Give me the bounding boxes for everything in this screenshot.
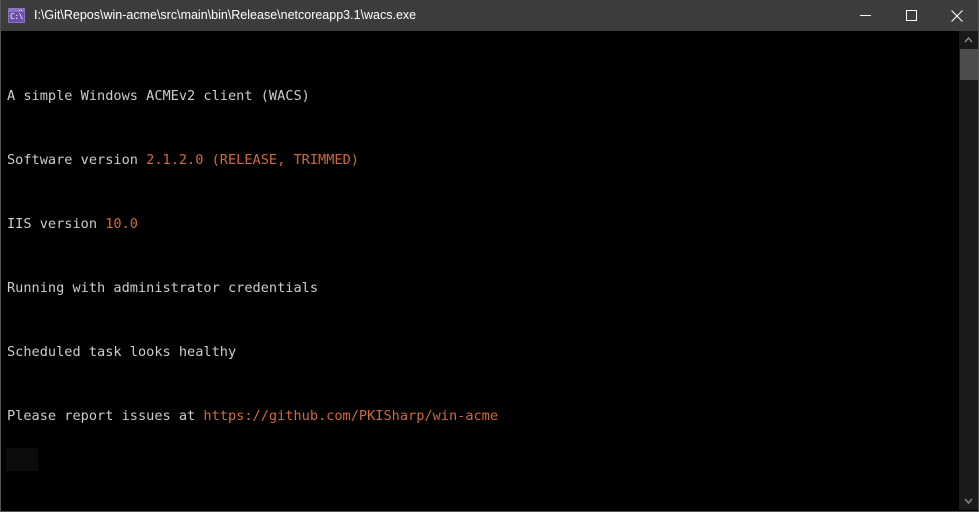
console-app-icon: C:\ [8, 8, 25, 23]
maximize-button[interactable] [888, 0, 934, 31]
window-titlebar[interactable]: C:\ I:\Git\Repos\win-acme\src\main\bin\R… [1, 0, 978, 31]
console-line-report: Please report issues at https://github.c… [7, 408, 498, 424]
console-line-intro: A simple Windows ACMEv2 client (WACS) [7, 88, 498, 104]
iis-label: IIS version [7, 216, 106, 232]
task-text: Scheduled task looks healthy [7, 344, 237, 360]
console-line-iis: IIS version 10.0 [7, 216, 498, 232]
console-line-version: Software version 2.1.2.0 (RELEASE, TRIMM… [7, 152, 498, 168]
github-url: https://github.com/PKISharp/win-acme [203, 408, 499, 424]
minimize-button[interactable] [842, 0, 888, 31]
console-line-admin: Running with administrator credentials [7, 280, 498, 296]
window-title: I:\Git\Repos\win-acme\src\main\bin\Relea… [34, 8, 417, 22]
version-number: 2.1.2.0 [146, 152, 204, 168]
admin-text: Running with administrator credentials [7, 280, 318, 296]
console-line-task: Scheduled task looks healthy [7, 344, 498, 360]
iis-version: 10.0 [105, 216, 138, 232]
scroll-down-arrow-icon[interactable] [959, 492, 978, 510]
close-button[interactable] [934, 0, 978, 31]
icon-prompt-glyph: C:\ [10, 12, 23, 21]
text-cursor [6, 448, 38, 471]
scroll-up-arrow-icon[interactable] [959, 31, 978, 49]
scrollbar-thumb[interactable] [960, 49, 978, 80]
console-text: A simple Windows ACMEv2 client (WACS) So… [7, 40, 498, 510]
version-build: (RELEASE, TRIMMED) [203, 152, 359, 168]
intro-text: A simple Windows ACMEv2 client (WACS) [7, 88, 310, 104]
vertical-scrollbar[interactable] [958, 31, 978, 510]
version-label: Software version [7, 152, 147, 168]
icon-dot [19, 10, 20, 11]
console-window: C:\ I:\Git\Repos\win-acme\src\main\bin\R… [0, 0, 979, 512]
console-output-area[interactable]: A simple Windows ACMEv2 client (WACS) So… [1, 31, 959, 510]
report-label: Please report issues at [7, 408, 204, 424]
icon-dot [21, 10, 22, 11]
window-controls [842, 0, 978, 31]
